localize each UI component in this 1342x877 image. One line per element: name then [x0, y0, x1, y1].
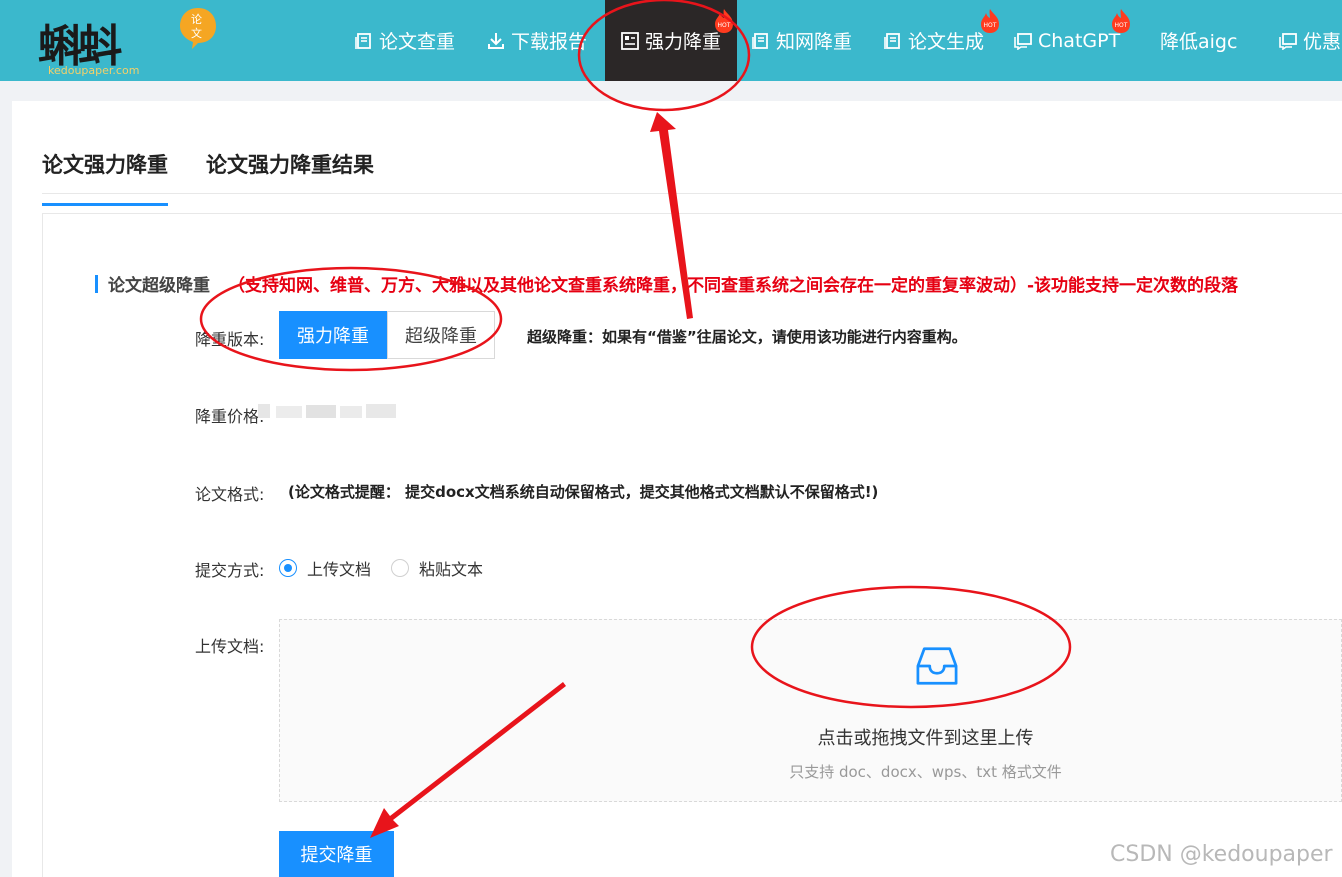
download-icon	[488, 32, 504, 49]
radio-upload-document[interactable]	[279, 559, 297, 577]
section-header: 论文超级降重 （支持知网、维普、万方、大雅以及其他论文查重系统降重，不同查重系统…	[95, 271, 1238, 296]
tab-divider	[42, 193, 1342, 194]
nav-item-paper-check[interactable]: 论文查重	[355, 0, 455, 81]
nav-label: 知网降重	[776, 31, 853, 53]
svg-text:HOT: HOT	[984, 22, 997, 29]
version-selector: 强力降重 超级降重	[279, 311, 495, 359]
document-icon	[884, 32, 900, 49]
version-label: 降重版本:	[195, 330, 265, 349]
nav-item-cnki-rewrite[interactable]: 知网降重	[752, 0, 852, 81]
nav-label: 强力降重	[644, 31, 721, 53]
csdn-watermark: CSDN @kedoupaper	[1110, 842, 1333, 867]
nav-item-chatgpt[interactable]: ChatGPT	[1014, 0, 1120, 81]
nav-label: 论文生成	[908, 31, 985, 53]
nav-label: 论文查重	[379, 31, 456, 53]
logo-bubble-icon: 论 文	[180, 8, 216, 49]
section-notice: （支持知网、维普、万方、大雅以及其他论文查重系统降重，不同查重系统之间会存在一定…	[228, 276, 1239, 296]
price-label: 降重价格:	[195, 407, 265, 426]
chat-icon	[1014, 32, 1032, 50]
hot-badge-icon: HOT	[981, 9, 999, 33]
section-title: 论文超级降重	[108, 276, 210, 296]
nav-label: 下载报告	[511, 31, 588, 53]
svg-text:文: 文	[191, 26, 202, 40]
version-option-super[interactable]: 超级降重	[387, 311, 495, 359]
chat-icon	[1279, 32, 1297, 50]
nav-item-download-report[interactable]: 下载报告	[487, 0, 587, 81]
upload-hint: 只支持 doc、docx、wps、txt 格式文件	[789, 763, 1062, 781]
nav-item-reduce-aigc[interactable]: 降低aigc	[1160, 0, 1237, 81]
hot-badge-icon: HOT	[715, 9, 733, 33]
upload-dropzone[interactable]: 点击或拖拽文件到这里上传 只支持 doc、docx、wps、txt 格式文件	[279, 619, 1342, 802]
tab-strong-rewrite[interactable]: 论文强力降重	[42, 149, 168, 206]
nav-item-discount[interactable]: 优惠	[1279, 0, 1341, 81]
radio-upload-document-label[interactable]: 上传文档	[307, 556, 371, 580]
version-note: 超级降重：如果有“借鉴”往届论文，请使用该功能进行内容重构。	[527, 328, 967, 346]
tab-bar: 论文强力降重 论文强力降重结果	[42, 149, 374, 206]
version-option-strong[interactable]: 强力降重	[279, 311, 387, 359]
grid-icon	[621, 31, 639, 50]
svg-text:HOT: HOT	[1115, 22, 1128, 29]
document-icon	[752, 32, 768, 49]
section-accent-bar	[95, 274, 98, 293]
radio-paste-text-label[interactable]: 粘贴文本	[419, 556, 483, 580]
submit-method-label: 提交方式:	[195, 561, 265, 580]
radio-paste-text[interactable]	[391, 559, 410, 577]
upload-label: 上传文档:	[195, 637, 265, 656]
nav-label: 优惠	[1303, 31, 1342, 53]
svg-text:HOT: HOT	[718, 22, 731, 29]
inbox-icon	[916, 647, 958, 685]
svg-text:论: 论	[191, 12, 202, 26]
format-label: 论文格式:	[195, 485, 265, 504]
nav-label: 降低aigc	[1160, 31, 1238, 53]
top-navbar: 蝌蚪 kedoupaper.com 论 文 论文查重 下载报告 强力降重 知网降…	[0, 0, 1342, 81]
hot-badge-icon: HOT	[1112, 9, 1130, 33]
tab-strong-rewrite-results[interactable]: 论文强力降重结果	[206, 149, 374, 206]
nav-item-paper-generate[interactable]: 论文生成	[884, 0, 984, 81]
document-icon	[355, 32, 371, 49]
logo-url: kedoupaper.com	[48, 64, 140, 77]
site-logo[interactable]: 蝌蚪 kedoupaper.com 论 文	[38, 6, 223, 78]
upload-title: 点击或拖拽文件到这里上传	[817, 728, 1034, 749]
blurred-price-value	[258, 404, 396, 418]
format-note: (论文格式提醒： 提交docx文档系统自动保留格式，提交其他格式文档默认不保留格…	[288, 483, 879, 501]
submit-rewrite-button[interactable]: 提交降重	[279, 831, 394, 877]
nav-label: ChatGPT	[1038, 29, 1121, 52]
submit-method-radio-group: 上传文档 粘贴文本	[279, 556, 503, 580]
